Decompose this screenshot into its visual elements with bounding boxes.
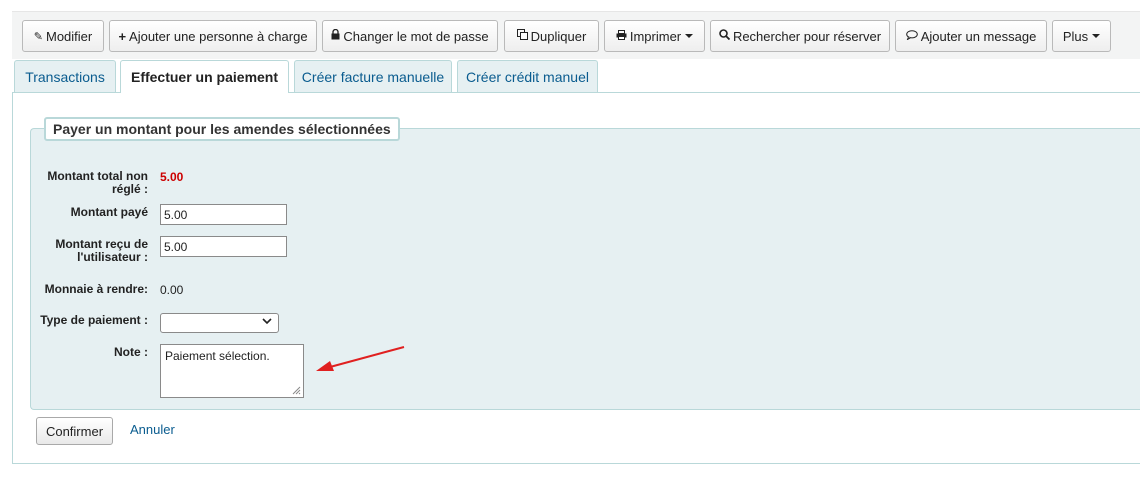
amount-paid-label: Montant payé [70,205,148,219]
change-due-label: Monnaie à rendre: [44,282,148,296]
fieldset-legend: Payer un montant pour les amendes sélect… [44,117,400,141]
amount-received-label-line1: Montant reçu de [55,237,148,251]
annotation-arrow-icon [316,346,405,371]
more-button[interactable]: Plus [1052,20,1111,52]
tab-make-payment[interactable]: Effectuer un paiement [120,60,289,93]
print-button[interactable]: Imprimer [604,20,705,52]
tab-transactions-label: Transactions [25,68,105,85]
comment-icon [905,29,918,43]
change-due-value: 0.00 [160,283,184,297]
tab-create-manual-credit[interactable]: Créer crédit manuel [457,60,598,92]
add-message-button-label: Ajouter un message [920,28,1037,44]
change-password-button-label: Changer le mot de passe [343,28,489,44]
note-textarea[interactable]: Paiement sélection. [160,344,304,398]
change-password-button[interactable]: Changer le mot de passe [322,20,498,52]
add-message-button[interactable]: Ajouter un message [895,20,1047,52]
edit-button[interactable]: ✎ Modifier [22,20,104,52]
more-button-label: Plus [1062,28,1089,44]
add-dependent-button[interactable]: + Ajouter une personne à charge [109,20,317,52]
duplicate-button-label: Dupliquer [530,28,587,44]
total-outstanding-label-line2: réglé : [111,182,148,196]
cancel-link[interactable]: Annuler [130,422,175,437]
tab-create-manual-credit-label: Créer crédit manuel [466,68,589,85]
amount-paid-input[interactable] [160,204,287,225]
lock-icon [331,28,340,43]
amount-received-input[interactable] [160,236,287,257]
amount-received-label-line2: l'utilisateur : [77,250,148,264]
add-dependent-button-label: Ajouter une personne à charge [129,28,308,44]
search-to-hold-button[interactable]: Rechercher pour réserver [710,20,890,52]
plus-icon: + [118,28,127,44]
chevron-down-icon [1092,34,1101,38]
resize-grip-icon[interactable] [291,385,301,395]
tab-create-manual-invoice[interactable]: Créer facture manuelle [294,60,452,92]
total-outstanding-value: 5.00 [160,170,184,184]
confirm-button[interactable]: Confirmer [36,417,113,445]
tab-transactions[interactable]: Transactions [14,60,116,92]
total-outstanding-label-line1: Montant total non [47,169,148,183]
total-outstanding-label: Montant total non réglé : [0,170,148,196]
note-label: Note : [114,345,148,359]
tab-make-payment-label: Effectuer un paiement [130,69,279,85]
note-text: Paiement sélection. [165,349,270,363]
duplicate-button[interactable]: Dupliquer [504,20,599,52]
print-icon [616,29,627,43]
amount-received-label: Montant reçu de l'utilisateur : [0,238,148,264]
search-icon [719,29,731,43]
payment-type-label: Type de paiement : [40,313,148,327]
print-button-label: Imprimer [629,28,682,44]
search-to-hold-button-label: Rechercher pour réserver [732,28,882,44]
chevron-down-icon [685,34,694,38]
patient-toolbar: ✎ Modifier + Ajouter une personne à charge… [12,11,1140,59]
pencil-icon: ✎ [33,30,43,43]
edit-button-label: Modifier [45,28,93,44]
tab-create-manual-invoice-label: Créer facture manuelle [301,68,445,85]
chevron-down-icon [262,316,272,328]
payment-type-select[interactable] [160,313,279,333]
copy-icon [516,29,528,43]
